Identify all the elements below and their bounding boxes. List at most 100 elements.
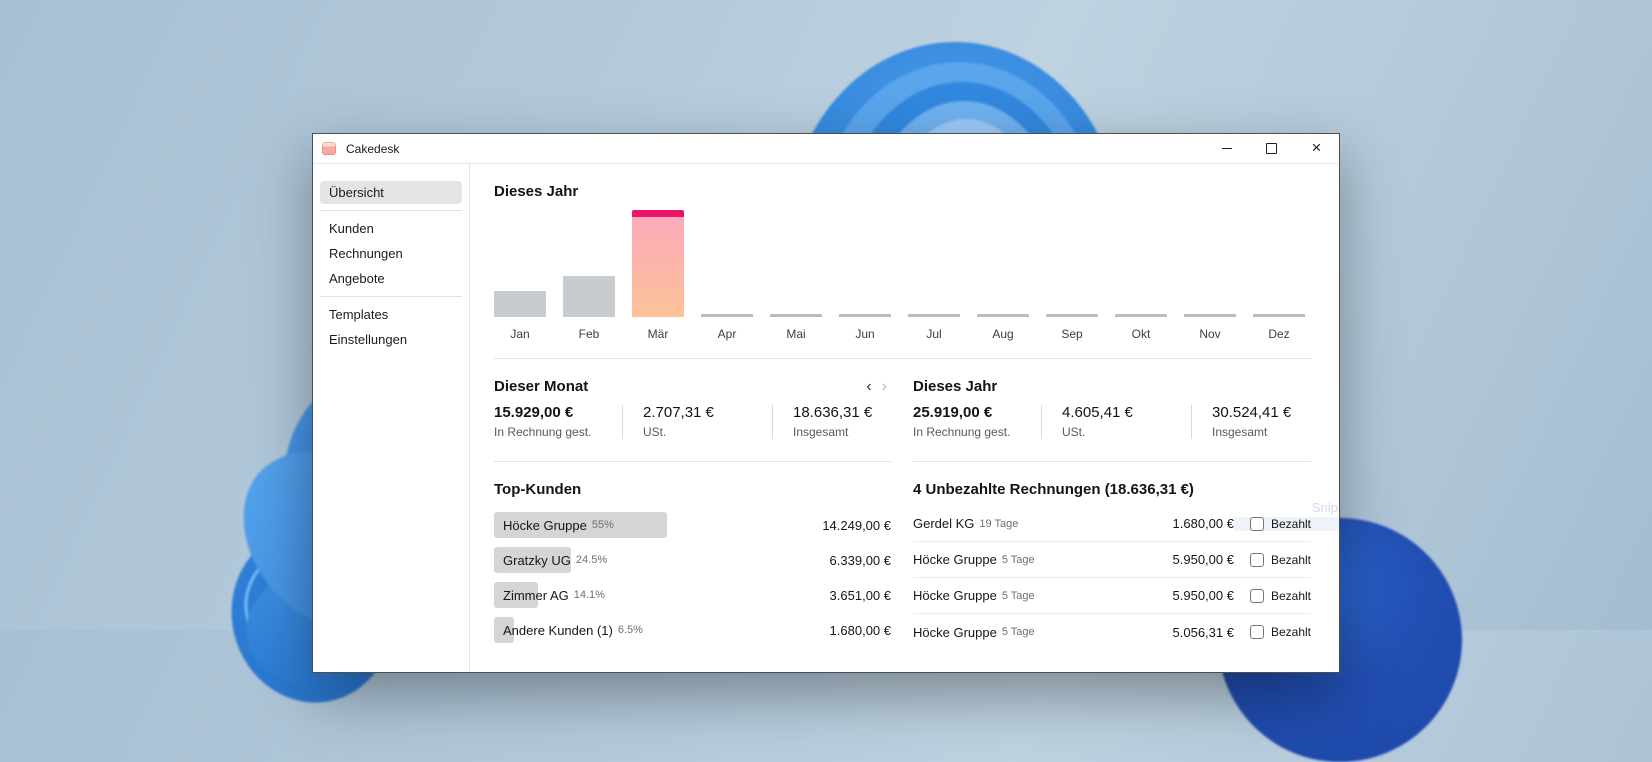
month-bar-Sep xyxy=(1046,314,1098,317)
sidebar: Übersicht Kunden Rechnungen Angebote Tem… xyxy=(313,164,470,672)
invoice-customer: Höcke Gruppe xyxy=(913,552,997,567)
sidebar-divider xyxy=(320,210,462,211)
month-label-Mai: Mai xyxy=(786,327,806,341)
invoice-age: 5 Tage xyxy=(1001,626,1035,638)
paid-checkbox[interactable] xyxy=(1249,552,1264,567)
invoice-customer: Höcke Gruppe xyxy=(913,624,997,640)
paid-checkbox[interactable] xyxy=(1249,588,1264,603)
top-customers-panel: Top-Kunden Höcke Gruppe 55% 14.249,00 € … xyxy=(494,482,891,652)
invoice-amount: 5.950,00 € xyxy=(1172,552,1234,567)
year-bar-chart xyxy=(494,202,1311,317)
chart-column-Mär xyxy=(632,202,684,317)
month-bar-Okt xyxy=(1115,314,1167,317)
month-label-Mär: Mär xyxy=(647,327,669,341)
chart-column-Mai xyxy=(770,202,822,317)
month-label-Dez: Dez xyxy=(1268,327,1290,341)
invoice-amount: 1.680,00 € xyxy=(1172,516,1234,531)
unpaid-invoice-row[interactable]: Höcke Gruppe 5 Tage 5.056,31 € Bezahlt xyxy=(913,614,1311,650)
period-nav: ‹ › xyxy=(866,379,891,395)
titlebar[interactable]: Cakedesk × xyxy=(313,134,1339,164)
stats-month-group: Dieser Monat ‹ › 15.929,00 € In Rechnung… xyxy=(494,379,891,462)
customer-name: Gratzky UG xyxy=(503,552,571,568)
customer-share: 6.5% xyxy=(617,624,643,636)
stat-vat-month: 2.707,31 € USt. xyxy=(622,405,772,439)
cakedesk-window: Cakedesk × Übersicht Kunden Rechnungen A… xyxy=(312,133,1340,673)
paid-toggle: Bezahlt xyxy=(1234,625,1311,639)
chart-column-Jul xyxy=(908,202,960,317)
close-button[interactable]: × xyxy=(1294,135,1339,163)
paid-toggle: Bezahlt xyxy=(1234,552,1311,567)
prev-period-button[interactable]: ‹ xyxy=(866,379,871,395)
stats-year-title: Dieses Jahr xyxy=(913,378,998,395)
month-bar-Jan xyxy=(494,291,546,317)
month-label-Aug: Aug xyxy=(992,327,1014,341)
stat-value: 25.919,00 € xyxy=(913,404,993,421)
paid-label: Bezahlt xyxy=(1270,516,1311,531)
sidebar-item-angebote[interactable]: Angebote xyxy=(320,267,462,290)
cake-app-icon xyxy=(322,142,336,155)
maximize-icon xyxy=(1266,143,1277,154)
chart-column-Nov xyxy=(1184,202,1236,317)
month-label-Apr: Apr xyxy=(717,327,737,341)
sidebar-item-uebersicht[interactable]: Übersicht xyxy=(320,181,462,204)
invoice-customer: Höcke Gruppe xyxy=(913,588,997,603)
stat-value: 2.707,31 € xyxy=(643,404,714,421)
sidebar-item-kunden[interactable]: Kunden xyxy=(320,217,462,240)
sidebar-item-templates[interactable]: Templates xyxy=(320,303,462,326)
chart-column-Jan xyxy=(494,202,546,317)
chart-column-Okt xyxy=(1115,202,1167,317)
stat-caption: USt. xyxy=(643,425,667,439)
unpaid-invoices-panel: 4 Unbezahlte Rechnungen (18.636,31 €) Ge… xyxy=(913,481,1339,652)
chart-column-Feb xyxy=(563,202,615,317)
unpaid-invoice-row[interactable]: Höcke Gruppe 5 Tage 5.950,00 € Bezahlt xyxy=(913,578,1311,614)
invoice-amount: 5.950,00 € xyxy=(1172,588,1234,603)
paid-checkbox[interactable] xyxy=(1249,516,1264,531)
month-bar-Jul xyxy=(908,314,960,317)
stat-total-year: 30.524,41 € Insgesamt xyxy=(1191,405,1311,439)
minimize-icon xyxy=(1221,148,1232,149)
month-label-Jan: Jan xyxy=(510,327,530,341)
top-customer-row[interactable]: Andere Kunden (1) 6.5% 1.680,00 € xyxy=(494,617,891,643)
snip-overlay-artifact: Snip xyxy=(1312,500,1339,515)
invoice-age: 5 Tage xyxy=(1001,589,1035,602)
next-period-button[interactable]: › xyxy=(882,379,887,395)
top-customer-row[interactable]: Höcke Gruppe 55% 14.249,00 € xyxy=(494,512,891,538)
month-bar-Mai xyxy=(770,314,822,317)
customer-share: 24.5% xyxy=(575,554,608,566)
stats-section: Dieser Monat ‹ › 15.929,00 € In Rechnung… xyxy=(494,359,1311,462)
maximize-button[interactable] xyxy=(1249,135,1294,163)
month-label-Jun: Jun xyxy=(855,327,875,341)
customer-amount: 3.651,00 € xyxy=(829,587,891,603)
customer-amount: 1.680,00 € xyxy=(829,622,891,638)
chart-month-labels: Jan Feb Mär Apr Mai Jun Jul Aug Sep Okt Nov Dez xyxy=(494,327,1311,341)
stat-caption: In Rechnung gest. xyxy=(494,425,592,439)
paid-label: Bezahlt xyxy=(1270,625,1311,639)
paid-checkbox[interactable] xyxy=(1249,625,1264,639)
invoice-customer: Gerdel KG xyxy=(913,516,975,531)
paid-toggle: Bezahlt xyxy=(1234,588,1311,603)
chart-column-Apr xyxy=(701,202,753,317)
top-customer-row[interactable]: Gratzky UG 24.5% 6.339,00 € xyxy=(494,547,891,573)
sidebar-item-rechnungen[interactable]: Rechnungen xyxy=(320,242,462,265)
overview-main: Dieses Jahr Jan Feb Mär Apr Mai Jun Jul Aug Sep O… xyxy=(470,164,1339,672)
stat-total-month: 18.636,31 € Insgesamt xyxy=(772,405,891,439)
sidebar-item-einstellungen[interactable]: Einstellungen xyxy=(320,328,462,351)
stat-value: 4.605,41 € xyxy=(1062,404,1133,421)
customer-amount: 14.249,00 € xyxy=(822,517,891,533)
month-label-Sep: Sep xyxy=(1061,327,1083,341)
month-label-Jul: Jul xyxy=(926,327,942,341)
unpaid-invoice-row[interactable]: Gerdel KG 19 Tage 1.680,00 € Bezahlt xyxy=(913,506,1339,542)
paid-label: Bezahlt xyxy=(1270,552,1311,567)
customer-share: 14.1% xyxy=(573,589,605,601)
top-customer-row[interactable]: Zimmer AG 14.1% 3.651,00 € xyxy=(494,582,891,608)
stat-invoiced-month: 15.929,00 € In Rechnung gest. xyxy=(494,405,622,440)
customer-name: Zimmer AG xyxy=(503,587,569,603)
unpaid-invoices-title: 4 Unbezahlte Rechnungen (18.636,31 €) xyxy=(913,481,1194,498)
stats-month-title: Dieser Monat xyxy=(494,378,589,395)
stat-caption: Insgesamt xyxy=(793,425,849,439)
unpaid-invoice-row[interactable]: Höcke Gruppe 5 Tage 5.950,00 € Bezahlt xyxy=(913,542,1311,578)
month-bar-Feb xyxy=(563,276,615,317)
minimize-button[interactable] xyxy=(1204,135,1249,163)
stat-invoiced-year: 25.919,00 € In Rechnung gest. xyxy=(913,404,1041,440)
stat-caption: Insgesamt xyxy=(1212,425,1268,439)
